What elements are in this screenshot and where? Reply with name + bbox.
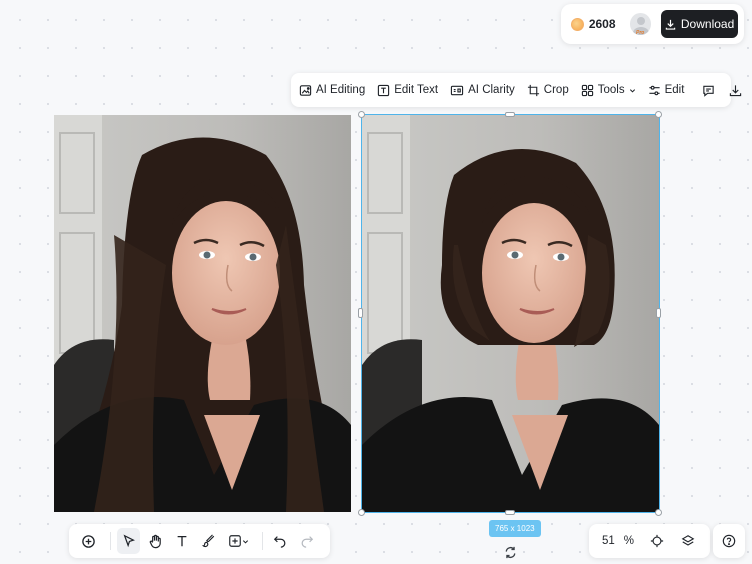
comment-button[interactable]	[702, 84, 715, 97]
portrait-long-hair-illustration	[54, 115, 351, 512]
edit-button[interactable]: Edit	[648, 84, 685, 97]
edited-portrait-image[interactable]	[362, 115, 659, 512]
crop-button[interactable]: Crop	[527, 84, 569, 97]
redo-icon	[301, 536, 314, 548]
pro-badge: Pro	[636, 30, 645, 36]
hand-pan-icon	[149, 534, 161, 548]
resize-handle-right[interactable]	[656, 308, 661, 318]
image-toolbar: AI Editing Edit Text AI Clarity Crop Too…	[291, 73, 742, 107]
toolbar-divider	[109, 532, 111, 550]
help-button[interactable]	[713, 524, 745, 558]
rotate-icon	[505, 546, 516, 559]
add-button[interactable]	[77, 528, 101, 554]
chevron-down-icon	[629, 88, 635, 93]
layers-icon	[681, 535, 695, 546]
ai-editing-icon	[299, 84, 312, 96]
tools-dropdown[interactable]: Tools	[581, 84, 636, 97]
download-button[interactable]: Download	[661, 10, 738, 38]
resize-handle-top-right[interactable]	[655, 111, 662, 118]
ai-editing-button[interactable]: AI Editing	[299, 84, 365, 97]
crosshair-focus-icon	[650, 534, 664, 548]
image-download-button[interactable]	[729, 84, 742, 97]
credits-coin-icon	[571, 17, 584, 31]
help-icon	[722, 534, 736, 548]
tools-label: Tools	[597, 84, 625, 96]
text-tool[interactable]	[170, 528, 194, 554]
crop-icon	[527, 84, 539, 96]
download-icon	[730, 84, 742, 96]
brush-tool[interactable]	[197, 528, 221, 554]
edit-text-icon	[378, 84, 390, 96]
canvas-toolbar	[69, 524, 330, 558]
zoom-panel: 51 %	[589, 524, 710, 558]
download-button-label: Download	[680, 17, 735, 31]
undo-icon	[274, 536, 286, 548]
crop-label: Crop	[543, 84, 569, 96]
resize-handle-top-left[interactable]	[358, 111, 365, 118]
toolbar-divider	[261, 532, 263, 550]
sliders-icon	[648, 85, 660, 95]
resize-handle-top[interactable]	[505, 112, 515, 117]
undo-button[interactable]	[268, 528, 292, 554]
select-tool[interactable]	[116, 528, 141, 554]
insert-shape-icon	[228, 535, 241, 547]
image-dimensions-badge: 765 x 1023	[489, 520, 541, 537]
credits-count: 2608	[588, 17, 616, 31]
add-icon	[82, 534, 96, 548]
original-portrait-image[interactable]	[54, 115, 351, 512]
download-icon	[665, 19, 676, 30]
edit-label: Edit	[664, 84, 685, 96]
edit-text-button[interactable]: Edit Text	[377, 84, 438, 97]
comment-icon	[703, 85, 715, 97]
zoom-level-value[interactable]: 51	[602, 535, 615, 547]
ai-clarity-icon	[451, 85, 464, 95]
resize-handle-bottom-left[interactable]	[358, 509, 365, 516]
resize-handle-bottom[interactable]	[505, 510, 515, 515]
ai-clarity-label: AI Clarity	[468, 84, 515, 96]
fit-to-screen-button[interactable]	[646, 528, 668, 554]
edit-text-label: Edit Text	[394, 84, 439, 96]
zoom-unit: %	[623, 535, 635, 547]
brush-icon	[201, 534, 215, 548]
portrait-short-hair-illustration	[362, 115, 659, 512]
text-tool-icon	[177, 535, 187, 547]
redo-button[interactable]	[295, 528, 319, 554]
ai-clarity-button[interactable]: AI Clarity	[450, 84, 515, 97]
hand-tool[interactable]	[143, 528, 167, 554]
resize-handle-bottom-right[interactable]	[655, 509, 662, 516]
resize-handle-left[interactable]	[358, 308, 363, 318]
chevron-down-icon	[242, 539, 248, 544]
ai-editing-label: AI Editing	[316, 84, 366, 96]
tools-grid-icon	[581, 84, 593, 96]
rotate-handle[interactable]	[503, 545, 518, 560]
insert-shape-dropdown[interactable]	[224, 528, 253, 554]
account-bar: 2608 Download	[561, 4, 744, 44]
select-pointer-icon	[123, 534, 135, 548]
layers-button[interactable]	[677, 528, 699, 554]
